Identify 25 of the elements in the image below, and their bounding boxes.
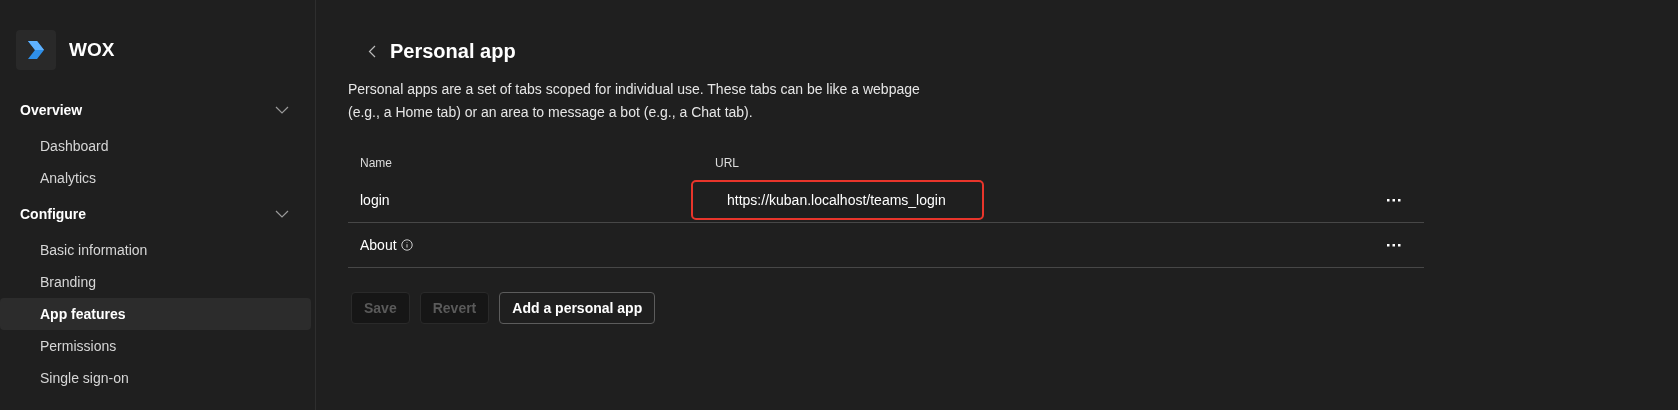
- sidebar-item[interactable]: Permissions: [0, 330, 311, 362]
- sidebar-item[interactable]: Dashboard: [0, 130, 311, 162]
- sidebar-item[interactable]: Single sign-on: [0, 362, 311, 394]
- sidebar-item[interactable]: Analytics: [0, 162, 311, 194]
- table-cell-text: About: [360, 235, 397, 255]
- info-icon[interactable]: [400, 239, 413, 251]
- section-header[interactable]: Overview: [0, 90, 315, 130]
- chevron-icon: [275, 106, 289, 114]
- chevron-logo-icon: [26, 40, 46, 60]
- table-cell-text: login: [360, 190, 390, 210]
- page-title: Personal app: [390, 39, 516, 64]
- page-description: Personal apps are a set of tabs scoped for individual use. These tabs can be like a webpage (e.g., a Home tab) or an area to message a bot (e.g., a Chat tab).: [348, 80, 921, 122]
- more-icon: [1387, 198, 1401, 202]
- sidebar-item[interactable]: Basic information: [0, 234, 311, 266]
- chevron-icon: [275, 210, 289, 218]
- column-header: URL: [715, 155, 739, 172]
- section-header[interactable]: Configure: [0, 194, 315, 234]
- action-button[interactable]: Add a personal app: [499, 292, 656, 324]
- table-cell-text: https://kuban.localhost/teams_login: [727, 190, 946, 210]
- app-name: WOX: [69, 37, 115, 62]
- sidebar-item[interactable]: App features: [0, 298, 311, 330]
- sidebar-item[interactable]: Branding: [0, 266, 311, 298]
- back-icon[interactable]: [368, 44, 376, 58]
- more-icon: [1387, 243, 1401, 247]
- column-header: Name: [359, 155, 393, 172]
